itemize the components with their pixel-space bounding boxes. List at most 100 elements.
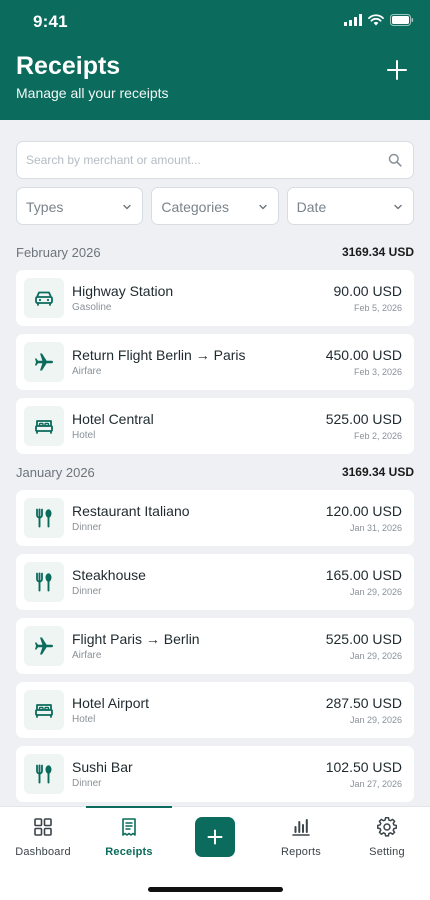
section-header: February 2026 3169.34 USD bbox=[16, 245, 414, 261]
receipt-category: Dinner bbox=[72, 586, 102, 597]
bottom-tab-bar: Dashboard Receipts Reports Setting bbox=[0, 806, 430, 900]
gear-icon bbox=[377, 817, 397, 837]
receipt-amount: 525.00 USD bbox=[325, 631, 402, 647]
category-icon-box bbox=[24, 278, 64, 318]
category-icon-box bbox=[24, 342, 64, 382]
receipt-card[interactable]: Return Flight Berlin → Paris Airfare 450… bbox=[16, 334, 414, 390]
filter-label: Types bbox=[26, 199, 64, 215]
search-icon bbox=[388, 153, 402, 167]
airplane-icon bbox=[35, 637, 53, 655]
bed-icon bbox=[35, 704, 53, 718]
status-icons bbox=[344, 14, 414, 26]
types-filter-dropdown[interactable]: Types bbox=[16, 187, 144, 225]
tab-label: Reports bbox=[281, 846, 321, 858]
receipt-card[interactable]: Sushi Bar Dinner 102.50 USD Jan 27, 2026 bbox=[16, 746, 414, 802]
receipt-amount: 287.50 USD bbox=[325, 695, 402, 711]
receipt-amount: 165.00 USD bbox=[325, 567, 402, 583]
filter-row: Types Categories Date bbox=[16, 187, 414, 225]
receipt-amount: 120.00 USD bbox=[325, 503, 402, 519]
receipt-category: Dinner bbox=[72, 778, 102, 789]
receipt-icon bbox=[122, 818, 136, 836]
receipt-category: Airfare bbox=[72, 650, 102, 661]
receipt-card[interactable]: Restaurant Italiano Dinner 120.00 USD Ja… bbox=[16, 490, 414, 546]
receipt-category: Gasoline bbox=[72, 302, 112, 313]
receipt-amount: 525.00 USD bbox=[325, 411, 402, 427]
receipt-date: Jan 29, 2026 bbox=[349, 715, 402, 725]
merchant-name: Hotel Airport bbox=[72, 695, 150, 711]
add-receipt-fab[interactable] bbox=[195, 817, 235, 857]
category-icon-box bbox=[24, 690, 64, 730]
receipt-card[interactable]: Steakhouse Dinner 165.00 USD Jan 29, 202… bbox=[16, 554, 414, 610]
app-header: 9:41 Receipts Manage all your receipts bbox=[0, 0, 430, 120]
chevron-down-icon bbox=[123, 204, 132, 210]
plus-icon bbox=[207, 829, 223, 845]
fork-spoon-icon bbox=[36, 508, 52, 528]
receipt-date: Feb 5, 2026 bbox=[353, 303, 402, 313]
section-month: January 2026 bbox=[16, 465, 95, 480]
merchant-name: Hotel Central bbox=[72, 411, 154, 427]
receipt-date: Feb 3, 2026 bbox=[353, 367, 402, 377]
search-bar bbox=[16, 141, 414, 179]
home-indicator bbox=[148, 887, 283, 892]
section-total: 3169.34 USD bbox=[341, 245, 414, 259]
tab-label: Setting bbox=[369, 846, 405, 858]
merchant-name: Sushi Bar bbox=[72, 759, 133, 775]
category-icon-box bbox=[24, 562, 64, 602]
airplane-icon bbox=[35, 353, 53, 371]
receipt-card[interactable]: Highway Station Gasoline 90.00 USD Feb 5… bbox=[16, 270, 414, 326]
tab-receipts[interactable]: Receipts bbox=[86, 806, 172, 867]
category-icon-box bbox=[24, 498, 64, 538]
date-filter-dropdown[interactable]: Date bbox=[286, 187, 414, 225]
receipt-amount: 102.50 USD bbox=[325, 759, 402, 775]
category-icon-box bbox=[24, 754, 64, 794]
merchant-name: Restaurant Italiano bbox=[72, 503, 190, 519]
chevron-down-icon bbox=[394, 204, 402, 210]
merchant-name: Return Flight Berlin → Paris bbox=[72, 347, 246, 363]
merchant-name: Flight Paris → Berlin bbox=[72, 631, 200, 647]
receipt-date: Jan 29, 2026 bbox=[349, 587, 402, 597]
receipt-category: Hotel bbox=[72, 714, 96, 725]
section-month: February 2026 bbox=[16, 245, 101, 260]
section-header: January 2026 3169.34 USD bbox=[16, 465, 414, 481]
receipt-date: Jan 29, 2026 bbox=[349, 651, 402, 661]
category-icon-box bbox=[24, 626, 64, 666]
tab-dashboard[interactable]: Dashboard bbox=[0, 807, 86, 867]
receipt-date: Feb 2, 2026 bbox=[353, 431, 402, 441]
category-icon-box bbox=[24, 406, 64, 446]
receipt-category: Airfare bbox=[72, 366, 102, 377]
bed-icon bbox=[35, 420, 53, 434]
battery-icon bbox=[390, 14, 414, 26]
page-subtitle: Manage all your receipts bbox=[16, 85, 169, 101]
fork-spoon-icon bbox=[36, 572, 52, 592]
fork-spoon-icon bbox=[36, 764, 52, 784]
filter-label: Date bbox=[296, 199, 327, 215]
tab-label: Dashboard bbox=[15, 846, 71, 858]
receipt-card[interactable]: Hotel Airport Hotel 287.50 USD Jan 29, 2… bbox=[16, 682, 414, 738]
page-title: Receipts bbox=[16, 52, 121, 80]
wifi-icon bbox=[368, 14, 384, 26]
active-tab-indicator bbox=[86, 806, 172, 808]
add-receipt-button[interactable] bbox=[382, 55, 412, 85]
search-input[interactable] bbox=[17, 142, 413, 178]
receipt-date: Jan 27, 2026 bbox=[349, 779, 402, 789]
chevron-down-icon bbox=[258, 204, 267, 210]
signal-icon bbox=[344, 14, 362, 26]
car-icon bbox=[35, 291, 53, 306]
section-total: 3169.34 USD bbox=[341, 465, 414, 479]
merchant-name: Steakhouse bbox=[72, 567, 146, 583]
receipt-card[interactable]: Hotel Central Hotel 525.00 USD Feb 2, 20… bbox=[16, 398, 414, 454]
receipt-card[interactable]: Flight Paris → Berlin Airfare 525.00 USD… bbox=[16, 618, 414, 674]
receipt-category: Dinner bbox=[72, 522, 102, 533]
merchant-name: Highway Station bbox=[72, 283, 174, 299]
bar-chart-icon bbox=[292, 819, 310, 836]
tab-setting[interactable]: Setting bbox=[344, 807, 430, 867]
receipt-date: Jan 31, 2026 bbox=[349, 523, 402, 533]
receipt-amount: 90.00 USD bbox=[333, 283, 402, 299]
filter-label: Categories bbox=[161, 199, 230, 215]
grid-icon bbox=[34, 818, 52, 836]
categories-filter-dropdown[interactable]: Categories bbox=[151, 187, 279, 225]
status-time: 9:41 bbox=[33, 12, 68, 31]
tab-label: Receipts bbox=[105, 846, 153, 858]
receipt-category: Hotel bbox=[72, 430, 96, 441]
tab-reports[interactable]: Reports bbox=[258, 807, 344, 867]
